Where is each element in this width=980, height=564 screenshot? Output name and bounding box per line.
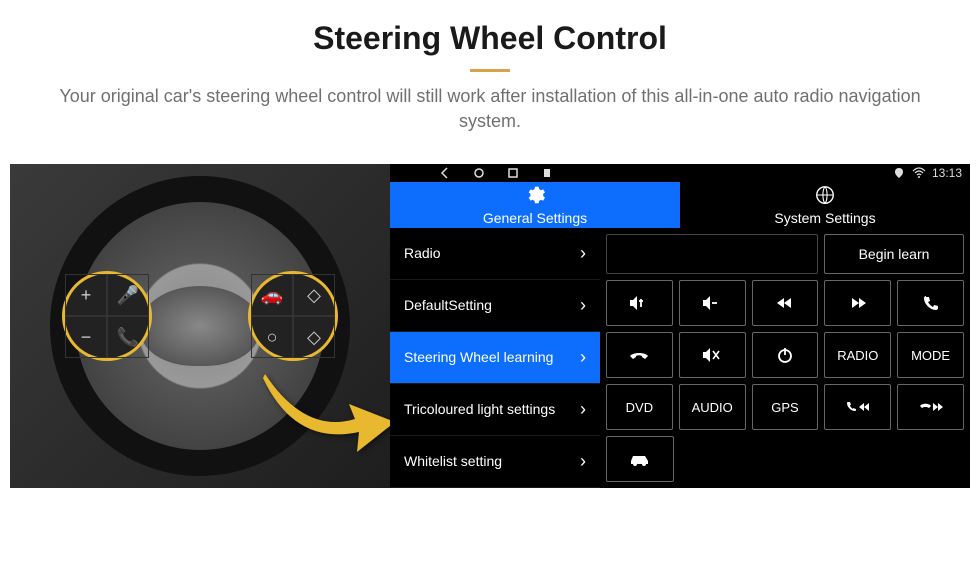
btn-mode[interactable]: MODE <box>897 332 964 378</box>
btn-volume-up[interactable] <box>606 280 673 326</box>
wheel-btn-r1: 🚗 <box>251 274 293 316</box>
btn-prev-track[interactable] <box>752 280 819 326</box>
btn-gps[interactable]: GPS <box>752 384 819 430</box>
steering-wheel-image: + 🎤 − 📞 🚗 ◇ ○ ◇ <box>10 164 390 488</box>
btn-phone-prev[interactable] <box>824 384 891 430</box>
tab-system-settings[interactable]: System Settings <box>680 182 970 228</box>
chevron-right-icon: › <box>580 399 586 420</box>
btn-radio-label: RADIO <box>837 348 878 363</box>
btn-phone-answer[interactable] <box>897 280 964 326</box>
wheel-btn-r3: ○ <box>251 316 293 358</box>
home-icon[interactable] <box>472 166 486 180</box>
wheel-btn-r2: ◇ <box>293 274 335 316</box>
chevron-right-icon: › <box>580 451 586 472</box>
chevron-right-icon: › <box>580 347 586 368</box>
menu-radio[interactable]: Radio › <box>390 228 600 280</box>
btn-dvd-label: DVD <box>626 400 653 415</box>
btn-next-track[interactable] <box>824 280 891 326</box>
page-header: Steering Wheel Control Your original car… <box>0 0 980 144</box>
menu-whitelist-label: Whitelist setting <box>404 453 580 470</box>
begin-learn-label: Begin learn <box>859 246 930 262</box>
btn-audio-label: AUDIO <box>692 400 733 415</box>
wheel-btn-r4: ◇ <box>293 316 335 358</box>
begin-learn-button[interactable]: Begin learn <box>824 234 964 274</box>
tab-general-settings[interactable]: General Settings <box>390 182 680 228</box>
swc-grid: Begin learn <box>600 228 970 488</box>
content-row: + 🎤 − 📞 🚗 ◇ ○ ◇ <box>10 164 970 554</box>
wheel-btn-phone: 📞 <box>107 316 149 358</box>
wheel-btn-voice: 🎤 <box>107 274 149 316</box>
status-bar: 13:13 <box>390 164 970 182</box>
btn-phone-hangup[interactable] <box>606 332 673 378</box>
btn-audio[interactable]: AUDIO <box>679 384 746 430</box>
page-title: Steering Wheel Control <box>0 20 980 57</box>
btn-car[interactable] <box>606 436 674 482</box>
headunit-screen: 13:13 General Settings System Settings R… <box>390 164 970 488</box>
globe-icon <box>814 184 836 206</box>
swc-input-slot[interactable] <box>606 234 818 274</box>
menu-whitelist[interactable]: Whitelist setting › <box>390 436 600 488</box>
chevron-right-icon: › <box>580 243 586 264</box>
settings-body: Radio › DefaultSetting › Steering Wheel … <box>390 228 970 488</box>
settings-tabs: General Settings System Settings <box>390 182 970 228</box>
status-nav <box>398 166 554 180</box>
menu-swc-label: Steering Wheel learning <box>404 349 580 366</box>
wheel-btn-minus: − <box>65 316 107 358</box>
chevron-right-icon: › <box>580 295 586 316</box>
recent-icon[interactable] <box>506 166 520 180</box>
gear-icon <box>524 184 546 206</box>
wheel-left-cluster: + 🎤 − 📞 <box>62 271 152 361</box>
btn-gps-label: GPS <box>771 400 798 415</box>
wheel-hub <box>140 286 260 366</box>
tab-general-label: General Settings <box>483 210 587 226</box>
menu-tricoloured-label: Tricoloured light settings <box>404 401 580 418</box>
btn-volume-down[interactable] <box>679 280 746 326</box>
btn-mode-label: MODE <box>911 348 950 363</box>
btn-radio[interactable]: RADIO <box>824 332 891 378</box>
back-icon[interactable] <box>438 166 452 180</box>
btn-power[interactable] <box>752 332 819 378</box>
swc-buttons: RADIO MODE DVD AUDIO GPS <box>606 280 964 482</box>
app-icon[interactable] <box>540 166 554 180</box>
menu-default-label: DefaultSetting <box>404 297 580 314</box>
btn-mute[interactable] <box>679 332 746 378</box>
wheel-right-cluster: 🚗 ◇ ○ ◇ <box>248 271 338 361</box>
settings-menu: Radio › DefaultSetting › Steering Wheel … <box>390 228 600 488</box>
pointer-arrow <box>255 364 390 454</box>
btn-dvd[interactable]: DVD <box>606 384 673 430</box>
tab-system-label: System Settings <box>774 210 875 226</box>
menu-tricoloured-light[interactable]: Tricoloured light settings › <box>390 384 600 436</box>
location-icon <box>892 166 906 180</box>
status-right: 13:13 <box>892 166 962 180</box>
status-time: 13:13 <box>932 166 962 180</box>
btn-phone-next[interactable] <box>897 384 964 430</box>
wifi-icon <box>912 166 926 180</box>
page-subtitle: Your original car's steering wheel contr… <box>30 84 950 134</box>
wheel-btn-plus: + <box>65 274 107 316</box>
menu-steering-wheel-learning[interactable]: Steering Wheel learning › <box>390 332 600 384</box>
swc-top-row: Begin learn <box>606 234 964 274</box>
menu-radio-label: Radio <box>404 245 580 262</box>
menu-default-setting[interactable]: DefaultSetting › <box>390 280 600 332</box>
title-divider <box>470 69 510 72</box>
